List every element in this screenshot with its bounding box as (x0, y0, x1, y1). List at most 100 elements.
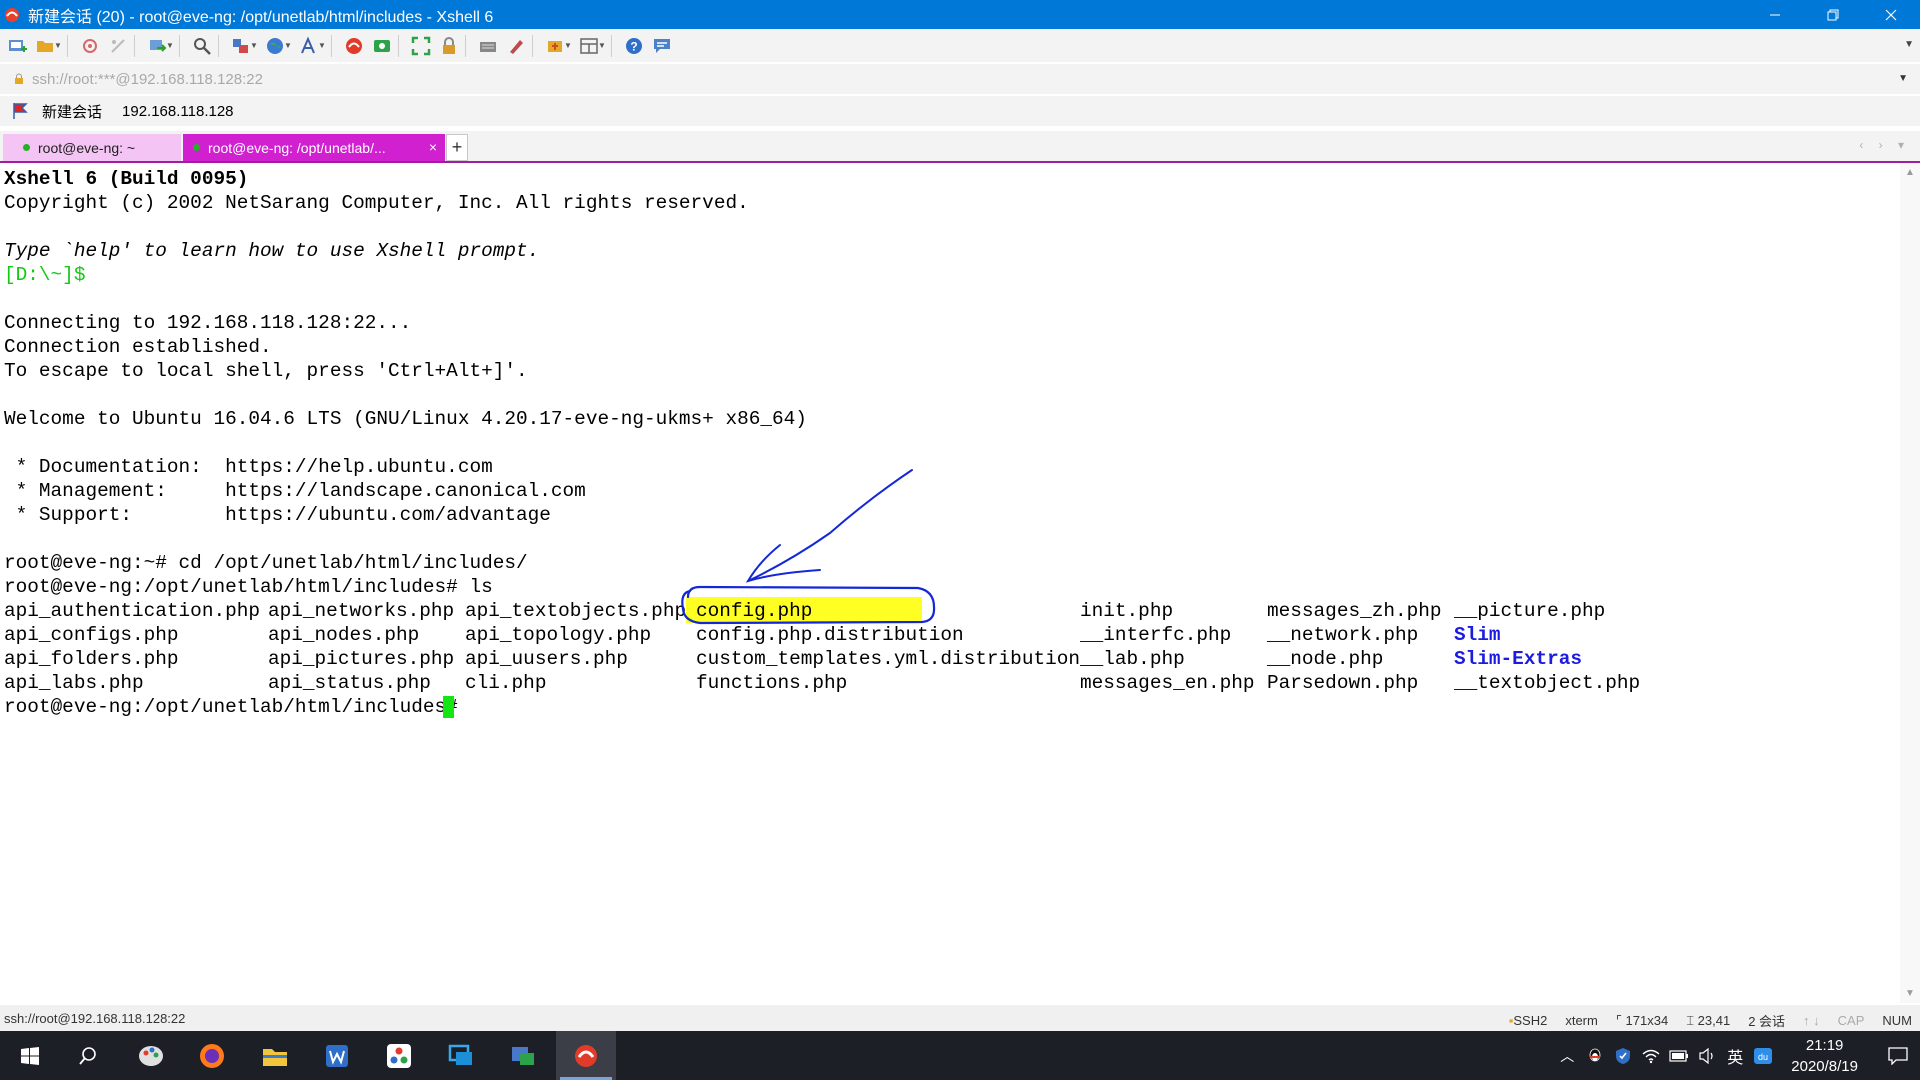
address-text[interactable]: ssh://root:***@192.168.118.128:22 (32, 71, 263, 88)
close-tab-icon[interactable]: × (429, 139, 437, 155)
toolbar-overflow-icon[interactable]: ▼ (1904, 39, 1914, 50)
close-button[interactable] (1862, 0, 1920, 29)
scroll-down-icon[interactable]: ▼ (1905, 988, 1915, 999)
open-folder-button[interactable] (34, 35, 56, 57)
new-session-button[interactable] (6, 35, 28, 57)
lock-button[interactable] (438, 35, 460, 57)
ls-file-entry: api_pictures.php (268, 648, 455, 670)
svg-text:?: ? (630, 39, 637, 53)
chevron-up-icon: ︿ (1560, 1047, 1575, 1064)
ls-file-entry: api_topology.php (465, 624, 652, 646)
security-tray-icon[interactable] (1609, 1031, 1637, 1080)
taskbar-app-wps[interactable] (307, 1031, 367, 1080)
xftp-button[interactable] (371, 35, 393, 57)
show-hidden-icons-button[interactable]: ︿ (1553, 1031, 1581, 1080)
chevron-down-icon[interactable]: ▼ (166, 41, 174, 50)
qq-tray-icon[interactable] (1581, 1031, 1609, 1080)
taskbar-clock[interactable]: 21:19 2020/8/19 (1791, 1035, 1858, 1077)
shield-icon (1616, 1047, 1631, 1064)
fullscreen-button[interactable] (410, 35, 432, 57)
xshell-app-icon[interactable] (4, 7, 20, 23)
scroll-up-icon[interactable]: ▲ (1905, 167, 1915, 178)
ls-file-entry: api_configs.php (4, 624, 179, 646)
chevron-down-icon[interactable]: ▼ (318, 41, 326, 50)
annotation-arrow-head (745, 544, 821, 583)
find-button[interactable] (191, 35, 213, 57)
taskbar-app-remote[interactable] (431, 1031, 491, 1080)
size-icon: ⌜ (1615, 1012, 1622, 1028)
chevron-down-icon[interactable]: ▼ (598, 41, 606, 50)
restore-button[interactable] (1804, 0, 1862, 29)
font-button[interactable] (298, 35, 320, 57)
keyboard-icon (480, 41, 496, 52)
bookmark-icon[interactable] (12, 102, 28, 120)
tile-button[interactable] (578, 35, 600, 57)
taskbar-app-explorer[interactable] (245, 1031, 305, 1080)
taskbar-app-network[interactable] (369, 1031, 429, 1080)
terminal-scrollbar[interactable]: ▲ ▼ (1900, 163, 1920, 1003)
speaker-icon (1699, 1047, 1713, 1064)
start-button[interactable] (0, 1031, 60, 1080)
documentation-line: * Documentation: https://help.ubuntu.com (4, 456, 493, 478)
wifi-tray-icon[interactable] (1637, 1031, 1665, 1080)
keyboard-button[interactable] (477, 35, 499, 57)
session-link[interactable]: 新建会话 (42, 101, 102, 122)
fullscreen-icon (411, 36, 431, 55)
tab-home-session[interactable]: root@eve-ng: ~ (3, 134, 181, 161)
chevron-down-icon[interactable]: ▼ (250, 41, 258, 50)
window-title: 新建会话 (20) - root@eve-ng: /opt/unetlab/ht… (28, 8, 494, 26)
ls-file-entry: __node.php (1267, 648, 1384, 670)
tab-includes-session[interactable]: root@eve-ng: /opt/unetlab/... × (183, 134, 445, 161)
taskbar-app-xshell[interactable] (556, 1031, 616, 1080)
volume-tray-icon[interactable] (1693, 1031, 1721, 1080)
taskbar-app-paint[interactable] (121, 1031, 181, 1080)
xshell-button[interactable] (343, 35, 365, 57)
minimize-button[interactable] (1746, 0, 1804, 29)
folder-icon (37, 40, 53, 52)
help-button[interactable]: ? (623, 35, 645, 57)
terminal-cursor (443, 696, 454, 718)
globe-button[interactable] (264, 35, 286, 57)
disconnect-button[interactable] (107, 35, 129, 57)
annotation-arrow-shaft (747, 469, 913, 582)
reconnect-button[interactable] (79, 35, 101, 57)
ls-file-entry: api_authentication.php (4, 600, 260, 622)
address-bar[interactable]: ssh://root:***@192.168.118.128:22 ▼ (0, 64, 1920, 94)
terminal-view[interactable]: Xshell 6 (Build 0095) Copyright (c) 2002… (0, 163, 1900, 1003)
ls-file-entry: custom_templates.yml.distribution (696, 648, 1080, 670)
search-button[interactable] (58, 1031, 118, 1080)
session-host-link[interactable]: 192.168.118.128 (122, 103, 234, 120)
ls-directory-entry: Slim (1454, 624, 1501, 646)
new-tab-button[interactable]: + (446, 134, 468, 161)
size-status: ⌜ 171x34 (1615, 1012, 1669, 1028)
lock-icon (443, 36, 455, 54)
chevron-down-icon[interactable]: ▼ (284, 41, 292, 50)
tab-scroll-icons[interactable]: ‹ › ▾ (1859, 138, 1910, 152)
script-button[interactable] (544, 35, 566, 57)
protocol-status: ▪SSH2 (1508, 1013, 1548, 1028)
ls-file-entry: config.php.distribution (696, 624, 964, 646)
chat-button[interactable] (651, 35, 673, 57)
highlight-button[interactable] (505, 35, 527, 57)
chevron-down-icon[interactable]: ▼ (54, 41, 62, 50)
ls-file-entry: __interfc.php (1080, 624, 1232, 646)
transfer-button[interactable] (146, 35, 168, 57)
baidu-tray-icon[interactable]: du (1749, 1031, 1777, 1080)
ls-file-entry: messages_en.php (1080, 672, 1255, 694)
action-center-button[interactable] (1876, 1031, 1920, 1080)
taskbar-app-firefox[interactable] (182, 1031, 242, 1080)
welcome-line: Welcome to Ubuntu 16.04.6 LTS (GNU/Linux… (4, 408, 807, 430)
font-icon (301, 35, 315, 53)
up-down-arrows-icon[interactable]: ↑ ↓ (1803, 1013, 1820, 1028)
ime-tray-indicator[interactable]: 英 (1721, 1031, 1749, 1080)
chevron-down-icon[interactable]: ▼ (564, 41, 572, 50)
taskbar-app-terminal[interactable] (493, 1031, 553, 1080)
session-count-status: 2 会话 (1748, 1014, 1786, 1029)
folder-icon (263, 1048, 287, 1066)
chevron-down-icon[interactable]: ▼ (1898, 73, 1908, 84)
layout-button[interactable] (230, 35, 252, 57)
toolbar-separator (218, 34, 219, 57)
tile-icon (580, 37, 598, 54)
status-bar: ssh://root@192.168.118.128:22 ▪SSH2 xter… (0, 1005, 1920, 1031)
battery-tray-icon[interactable] (1665, 1031, 1693, 1080)
